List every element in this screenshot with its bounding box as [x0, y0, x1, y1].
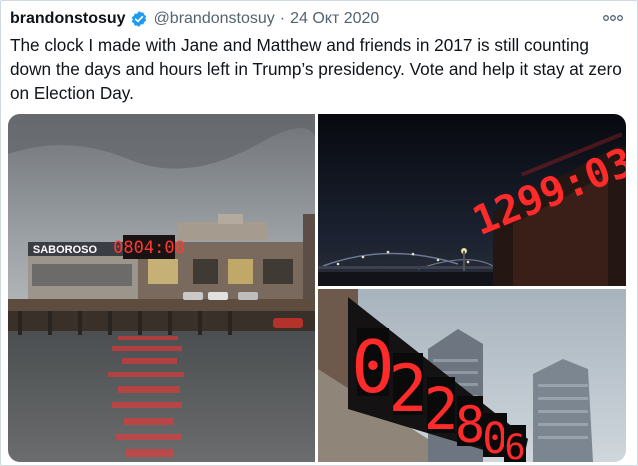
separator-dot: ·: [279, 10, 286, 27]
tweet-date[interactable]: 24 Окт 2020: [290, 10, 379, 28]
photo-clock-closeup[interactable]: 022806: [318, 289, 626, 462]
saboroso-sign: SABOROSO: [33, 244, 98, 256]
user-handle[interactable]: @brandonstosuy: [154, 10, 275, 28]
clock-digit: 8: [455, 396, 485, 454]
tweet-header: brandonstosuy @brandonstosuy · 24 Окт 20…: [10, 8, 379, 30]
photo-pier-clock[interactable]: SABOROSO 0804:08: [8, 114, 315, 462]
display-name[interactable]: brandonstosuy: [10, 10, 126, 28]
media-grid: SABOROSO 0804:08 1299:03 0 2 2 8 0 6: [8, 114, 626, 462]
more-horizontal-icon[interactable]: [602, 9, 624, 26]
photo-night-clock[interactable]: 1299:03: [318, 114, 626, 286]
clock-display: 0804:08: [113, 238, 185, 258]
tweet-text: The clock I made with Jane and Matthew a…: [10, 35, 622, 103]
verified-badge-icon: [130, 10, 148, 28]
clock-digit: 2: [388, 352, 427, 427]
clock-digit: 6: [504, 428, 525, 462]
clock-digit: 2: [424, 376, 459, 443]
